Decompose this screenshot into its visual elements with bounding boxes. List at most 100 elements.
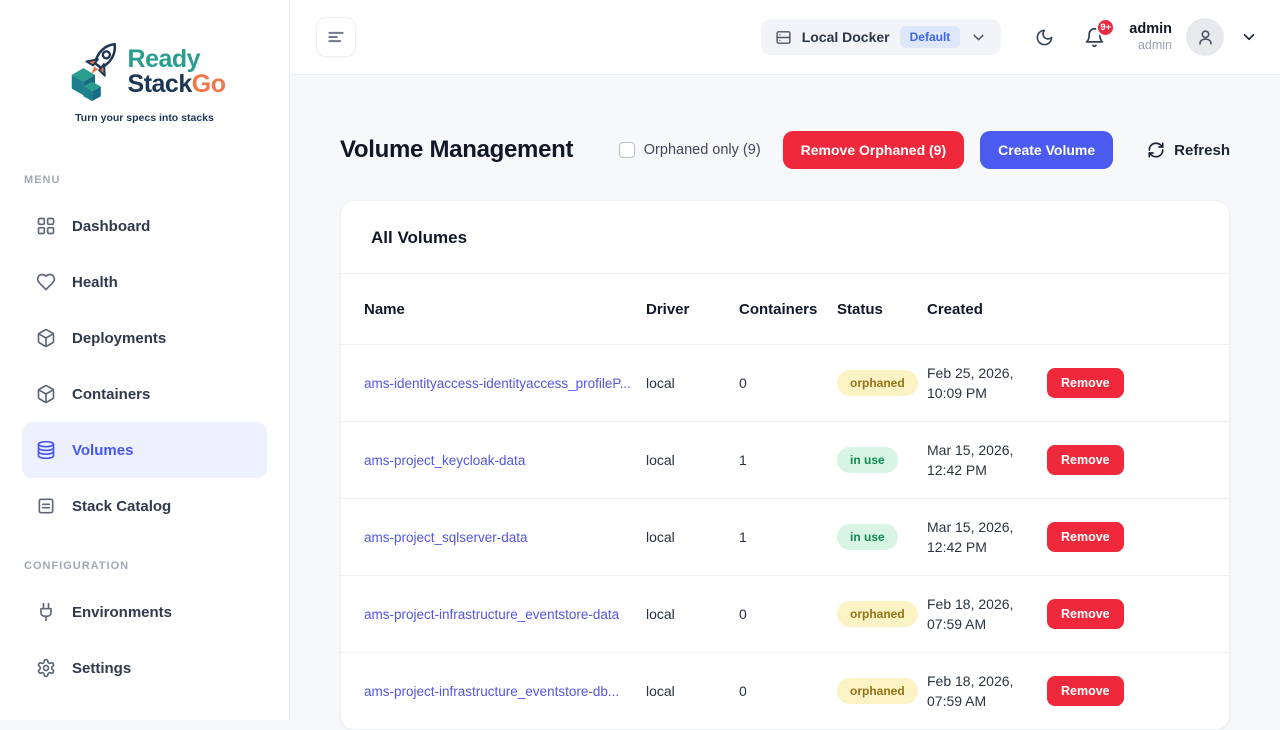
menu-icon (326, 27, 346, 47)
sidebar-item-label: Environments (72, 604, 172, 621)
column-header-status: Status (837, 301, 927, 318)
remove-orphaned-button[interactable]: Remove Orphaned (9) (783, 131, 964, 169)
sidebar-item-settings[interactable]: Settings (22, 640, 267, 696)
brand-logo[interactable]: Ready StackGo Turn your specs into stack… (0, 0, 289, 124)
volume-name-link[interactable]: ams-project-infrastructure_eventstore-db… (364, 684, 646, 699)
table-row: ams-project_keycloak-data local 1 in use… (341, 421, 1229, 498)
sidebar-item-volumes[interactable]: Volumes (22, 422, 267, 478)
volume-containers: 0 (739, 375, 837, 391)
status-badge: orphaned (837, 370, 918, 396)
refresh-label: Refresh (1174, 142, 1230, 159)
volume-containers: 0 (739, 683, 837, 699)
remove-volume-button[interactable]: Remove (1047, 599, 1124, 629)
page-title: Volume Management (340, 136, 573, 164)
topbar: Local Docker Default 9+ admin admin (290, 0, 1280, 75)
volume-name-link[interactable]: ams-project_keycloak-data (364, 453, 646, 468)
orphaned-only-label: Orphaned only (9) (644, 142, 761, 158)
sidebar-item-containers[interactable]: Containers (22, 366, 267, 422)
box-icon (36, 328, 56, 348)
sidebar-item-label: Stack Catalog (72, 498, 171, 515)
document-lines-icon (36, 496, 56, 516)
volume-driver: local (646, 606, 739, 622)
sidebar-section-menu: MENU (24, 174, 289, 186)
chevron-down-icon (970, 29, 987, 46)
remove-volume-button[interactable]: Remove (1047, 445, 1124, 475)
brand-name-go: Go (192, 70, 226, 98)
refresh-button[interactable]: Refresh (1147, 141, 1230, 159)
sidebar-item-label: Health (72, 274, 118, 291)
user-name: admin (1129, 20, 1172, 38)
sidebar-item-label: Dashboard (72, 218, 150, 235)
column-header-name: Name (364, 301, 646, 318)
heart-icon (36, 272, 56, 292)
all-volumes-card: All Volumes Name Driver Containers Statu… (340, 200, 1230, 730)
table-row: ams-identityaccess-identityaccess_profil… (341, 344, 1229, 421)
server-icon (775, 29, 792, 46)
create-volume-button[interactable]: Create Volume (980, 131, 1113, 169)
user-menu-chevron[interactable] (1240, 28, 1258, 46)
volume-created: Feb 25, 2026,10:09 PM (927, 363, 1047, 403)
sidebar-item-label: Settings (72, 660, 131, 677)
remove-volume-button[interactable]: Remove (1047, 676, 1124, 706)
sidebar-toggle-button[interactable] (316, 17, 356, 57)
sidebar-section-configuration: CONFIGURATION (24, 560, 289, 572)
brand-name-ready: Ready (128, 47, 226, 72)
notifications-button[interactable]: 9+ (1084, 27, 1105, 48)
volume-created: Mar 15, 2026,12:42 PM (927, 440, 1047, 480)
table-header-row: Name Driver Containers Status Created (341, 274, 1229, 344)
status-badge: in use (837, 447, 898, 473)
grid-icon (36, 216, 56, 236)
column-header-containers: Containers (739, 301, 837, 318)
volume-driver: local (646, 375, 739, 391)
sidebar: Ready StackGo Turn your specs into stack… (0, 0, 290, 720)
column-header-created: Created (927, 301, 1047, 318)
volume-created: Feb 18, 2026,07:59 AM (927, 594, 1047, 634)
sidebar-item-health[interactable]: Health (22, 254, 267, 310)
box-icon (36, 384, 56, 404)
orphaned-only-checkbox[interactable] (619, 142, 635, 158)
user-menu[interactable]: admin admin (1129, 20, 1172, 54)
volume-containers: 1 (739, 529, 837, 545)
sidebar-item-deployments[interactable]: Deployments (22, 310, 267, 366)
brand-name-stack: Stack (128, 70, 192, 98)
orphaned-only-filter[interactable]: Orphaned only (9) (619, 142, 761, 158)
table-row: ams-project-infrastructure_eventstore-db… (341, 652, 1229, 729)
plug-icon (36, 602, 56, 622)
avatar[interactable] (1186, 18, 1224, 56)
main-content: Volume Management Orphaned only (9) Remo… (290, 75, 1280, 720)
volume-driver: local (646, 683, 739, 699)
volume-name-link[interactable]: ams-identityaccess-identityaccess_profil… (364, 376, 646, 391)
volume-created: Feb 18, 2026,07:59 AM (927, 671, 1047, 711)
volume-created: Mar 15, 2026,12:42 PM (927, 517, 1047, 557)
sidebar-item-label: Containers (72, 386, 150, 403)
table-row: ams-project-infrastructure_eventstore-da… (341, 575, 1229, 652)
database-icon (36, 440, 56, 460)
volume-containers: 0 (739, 606, 837, 622)
environment-default-badge: Default (900, 26, 961, 48)
moon-icon (1035, 28, 1054, 47)
user-role: admin (1129, 38, 1172, 54)
theme-toggle-button[interactable] (1035, 28, 1054, 47)
gear-icon (36, 658, 56, 678)
environment-name: Local Docker (802, 29, 890, 45)
volume-driver: local (646, 452, 739, 468)
volume-name-link[interactable]: ams-project-infrastructure_eventstore-da… (364, 607, 646, 622)
sidebar-item-environments[interactable]: Environments (22, 584, 267, 640)
sidebar-item-label: Volumes (72, 442, 133, 459)
column-header-driver: Driver (646, 301, 739, 318)
rocket-and-cubes-icon (64, 38, 126, 106)
environment-selector[interactable]: Local Docker Default (761, 19, 1002, 55)
sidebar-item-label: Deployments (72, 330, 166, 347)
status-badge: in use (837, 524, 898, 550)
sidebar-item-dashboard[interactable]: Dashboard (22, 198, 267, 254)
remove-volume-button[interactable]: Remove (1047, 522, 1124, 552)
volume-driver: local (646, 529, 739, 545)
volume-name-link[interactable]: ams-project_sqlserver-data (364, 530, 646, 545)
status-badge: orphaned (837, 678, 918, 704)
notification-count-badge: 9+ (1096, 18, 1115, 37)
remove-volume-button[interactable]: Remove (1047, 368, 1124, 398)
refresh-icon (1147, 141, 1165, 159)
table-row: ams-project_sqlserver-data local 1 in us… (341, 498, 1229, 575)
sidebar-item-stack-catalog[interactable]: Stack Catalog (22, 478, 267, 534)
card-title: All Volumes (341, 201, 1229, 273)
